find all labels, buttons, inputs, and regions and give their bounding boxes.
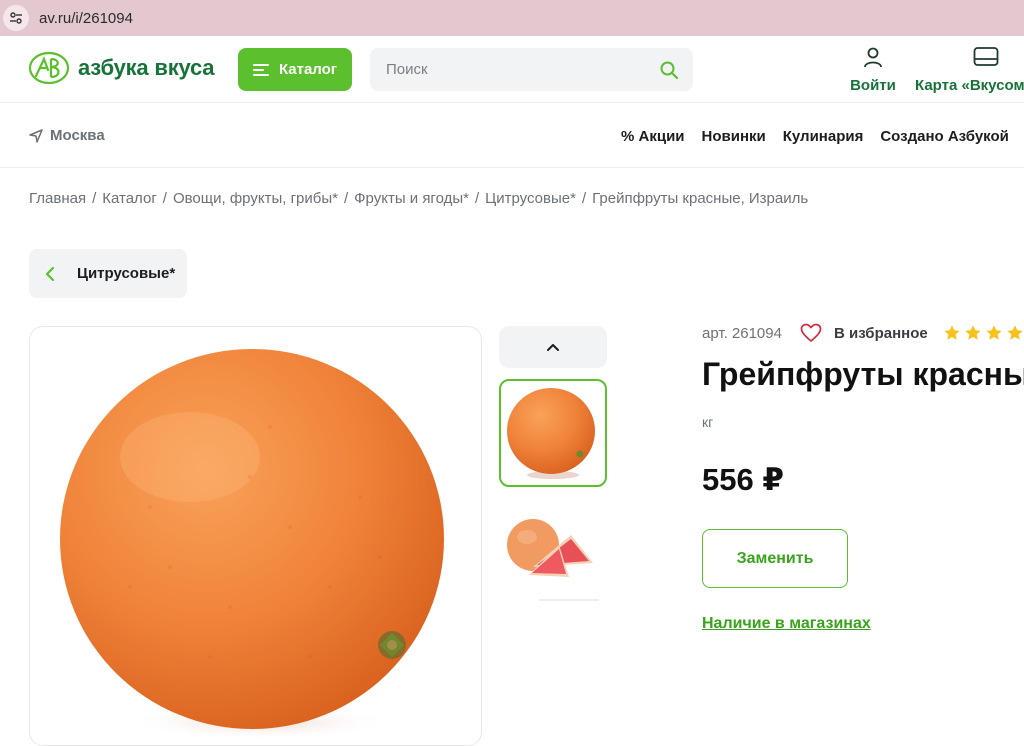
breadcrumb-separator: /: [343, 190, 349, 207]
breadcrumb-item[interactable]: Главная: [29, 190, 86, 207]
login-button[interactable]: Войти: [848, 46, 898, 94]
rating-stars: [943, 324, 1024, 342]
breadcrumb-current: Грейпфруты красные, Израиль: [592, 190, 809, 207]
chevron-left-icon: [45, 266, 55, 281]
browser-url-bar[interactable]: av.ru/i/261094: [0, 0, 1024, 36]
star-icon: [944, 325, 960, 340]
menu-item-sales[interactable]: % Акции: [621, 128, 685, 145]
loyalty-card-button[interactable]: Карта «Вкусома: [915, 46, 1024, 94]
thumbnail-selected[interactable]: [499, 379, 607, 487]
card-label: Карта «Вкусома: [915, 77, 1024, 94]
breadcrumb-item[interactable]: Овощи, фрукты, грибы*: [173, 190, 338, 207]
site-header: азбука вкуса Каталог Войти Карта «Вкусом…: [0, 36, 1024, 103]
breadcrumb-separator: /: [581, 190, 587, 207]
star-icon: [965, 325, 981, 340]
heart-icon: [800, 323, 822, 342]
city-label: Москва: [50, 127, 105, 144]
grapefruit-image: [60, 349, 444, 740]
product-sku: арт. 261094: [702, 325, 782, 342]
menu-icon: [252, 63, 269, 76]
stem: [378, 631, 406, 659]
replace-button[interactable]: Заменить: [702, 529, 848, 588]
menu-item-new[interactable]: Новинки: [702, 128, 766, 145]
back-to-category-button[interactable]: Цитрусовые*: [29, 249, 187, 298]
grapefruit-thumbnail-image: [507, 388, 595, 479]
product-main-image[interactable]: [29, 326, 482, 746]
breadcrumb-separator: /: [474, 190, 480, 207]
catalog-label: Каталог: [278, 61, 338, 78]
product-title: Грейпфруты красные: [702, 356, 1024, 392]
chevron-up-icon: [547, 344, 559, 351]
product-price: 556 ₽: [702, 462, 784, 497]
thumbnail-cut-grapefruit[interactable]: [499, 497, 607, 605]
star-icon: [986, 325, 1002, 340]
top-menu: % Акции Новинки Кулинария Создано Азбуко…: [621, 128, 1024, 145]
star-icon: [1007, 325, 1023, 340]
search-box: [370, 48, 693, 91]
card-icon: [973, 47, 999, 66]
thumbnails-scroll-up-button[interactable]: [499, 326, 607, 368]
menu-item-cooking[interactable]: Кулинария: [783, 128, 864, 145]
cut-grapefruit-image: [507, 519, 599, 601]
menu-item-own-brand[interactable]: Создано Азбукой: [880, 128, 1009, 145]
site-logo[interactable]: азбука вкуса: [28, 50, 215, 86]
store-availability-link[interactable]: Наличие в магазинах: [702, 615, 871, 633]
breadcrumb: Главная / Каталог / Овощи, фрукты, грибы* / Фр…: [29, 190, 808, 207]
login-label: Войти: [850, 77, 896, 94]
breadcrumb-separator: /: [162, 190, 167, 207]
search-icon[interactable]: [659, 60, 679, 80]
catalog-button[interactable]: Каталог: [238, 48, 352, 91]
back-label: Цитрусовые*: [77, 265, 176, 282]
location-arrow-icon: [29, 128, 43, 143]
breadcrumb-separator: /: [92, 190, 97, 207]
product-unit: кг: [702, 414, 714, 430]
add-to-favorites-button[interactable]: В избранное: [800, 323, 928, 343]
breadcrumb-item[interactable]: Каталог: [102, 190, 157, 207]
breadcrumb-item[interactable]: Цитрусовые*: [485, 190, 576, 207]
sub-navigation: Москва % Акции Новинки Кулинария Создано…: [0, 103, 1024, 168]
city-selector[interactable]: Москва: [28, 127, 105, 144]
search-input[interactable]: [370, 48, 650, 91]
favorite-label: В избранное: [834, 324, 928, 342]
site-settings-icon[interactable]: [3, 5, 29, 31]
logo-icon: [28, 51, 70, 85]
url-text[interactable]: av.ru/i/261094: [39, 10, 133, 27]
logo-text: азбука вкуса: [78, 55, 215, 80]
user-icon: [864, 47, 882, 68]
breadcrumb-item[interactable]: Фрукты и ягоды*: [354, 190, 469, 207]
